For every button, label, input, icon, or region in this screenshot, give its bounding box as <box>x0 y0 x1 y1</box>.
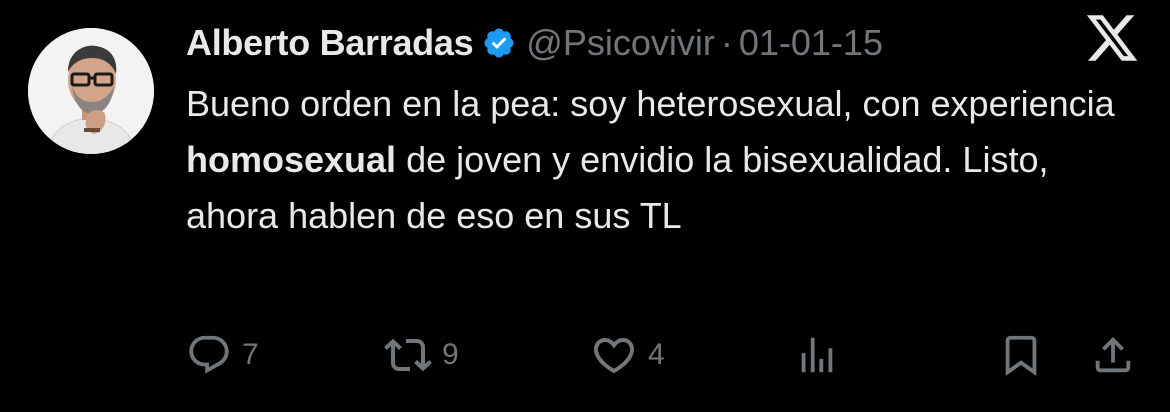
reply-icon <box>189 335 229 374</box>
share-icon <box>1095 336 1131 373</box>
like-button[interactable]: 4 <box>590 330 665 380</box>
action-bar: 7 9 4 <box>186 330 1136 380</box>
x-logo-icon[interactable] <box>1084 10 1140 66</box>
like-count: 4 <box>648 338 665 371</box>
tweet-text-part1: Bueno orden en la pea: soy heterosexual,… <box>186 83 1115 124</box>
views-icon <box>801 337 833 373</box>
tweet-header: Alberto Barradas @Psicovivir · 01-01-15 <box>186 18 883 68</box>
profile-photo <box>28 28 154 154</box>
bookmark-icon <box>1005 335 1037 376</box>
avatar[interactable] <box>28 28 154 154</box>
share-button[interactable] <box>1090 330 1136 380</box>
bookmark-button[interactable] <box>998 330 1044 380</box>
reply-count: 7 <box>242 338 259 371</box>
retweet-icon <box>384 338 432 372</box>
tweet-date[interactable]: 01-01-15 <box>739 22 883 64</box>
retweet-count: 9 <box>442 338 459 371</box>
reply-button[interactable]: 7 <box>186 330 259 380</box>
author-display-name[interactable]: Alberto Barradas <box>186 22 474 64</box>
retweet-button[interactable]: 9 <box>384 330 459 380</box>
tweet-text: Bueno orden en la pea: soy heterosexual,… <box>186 76 1146 244</box>
verified-badge-icon[interactable] <box>482 26 516 60</box>
tweet-text-bold: homosexual <box>186 139 397 180</box>
heart-icon <box>593 338 635 374</box>
header-separator: · <box>720 22 733 63</box>
views-button[interactable] <box>794 330 840 380</box>
author-handle[interactable]: @Psicovivir <box>526 22 715 64</box>
